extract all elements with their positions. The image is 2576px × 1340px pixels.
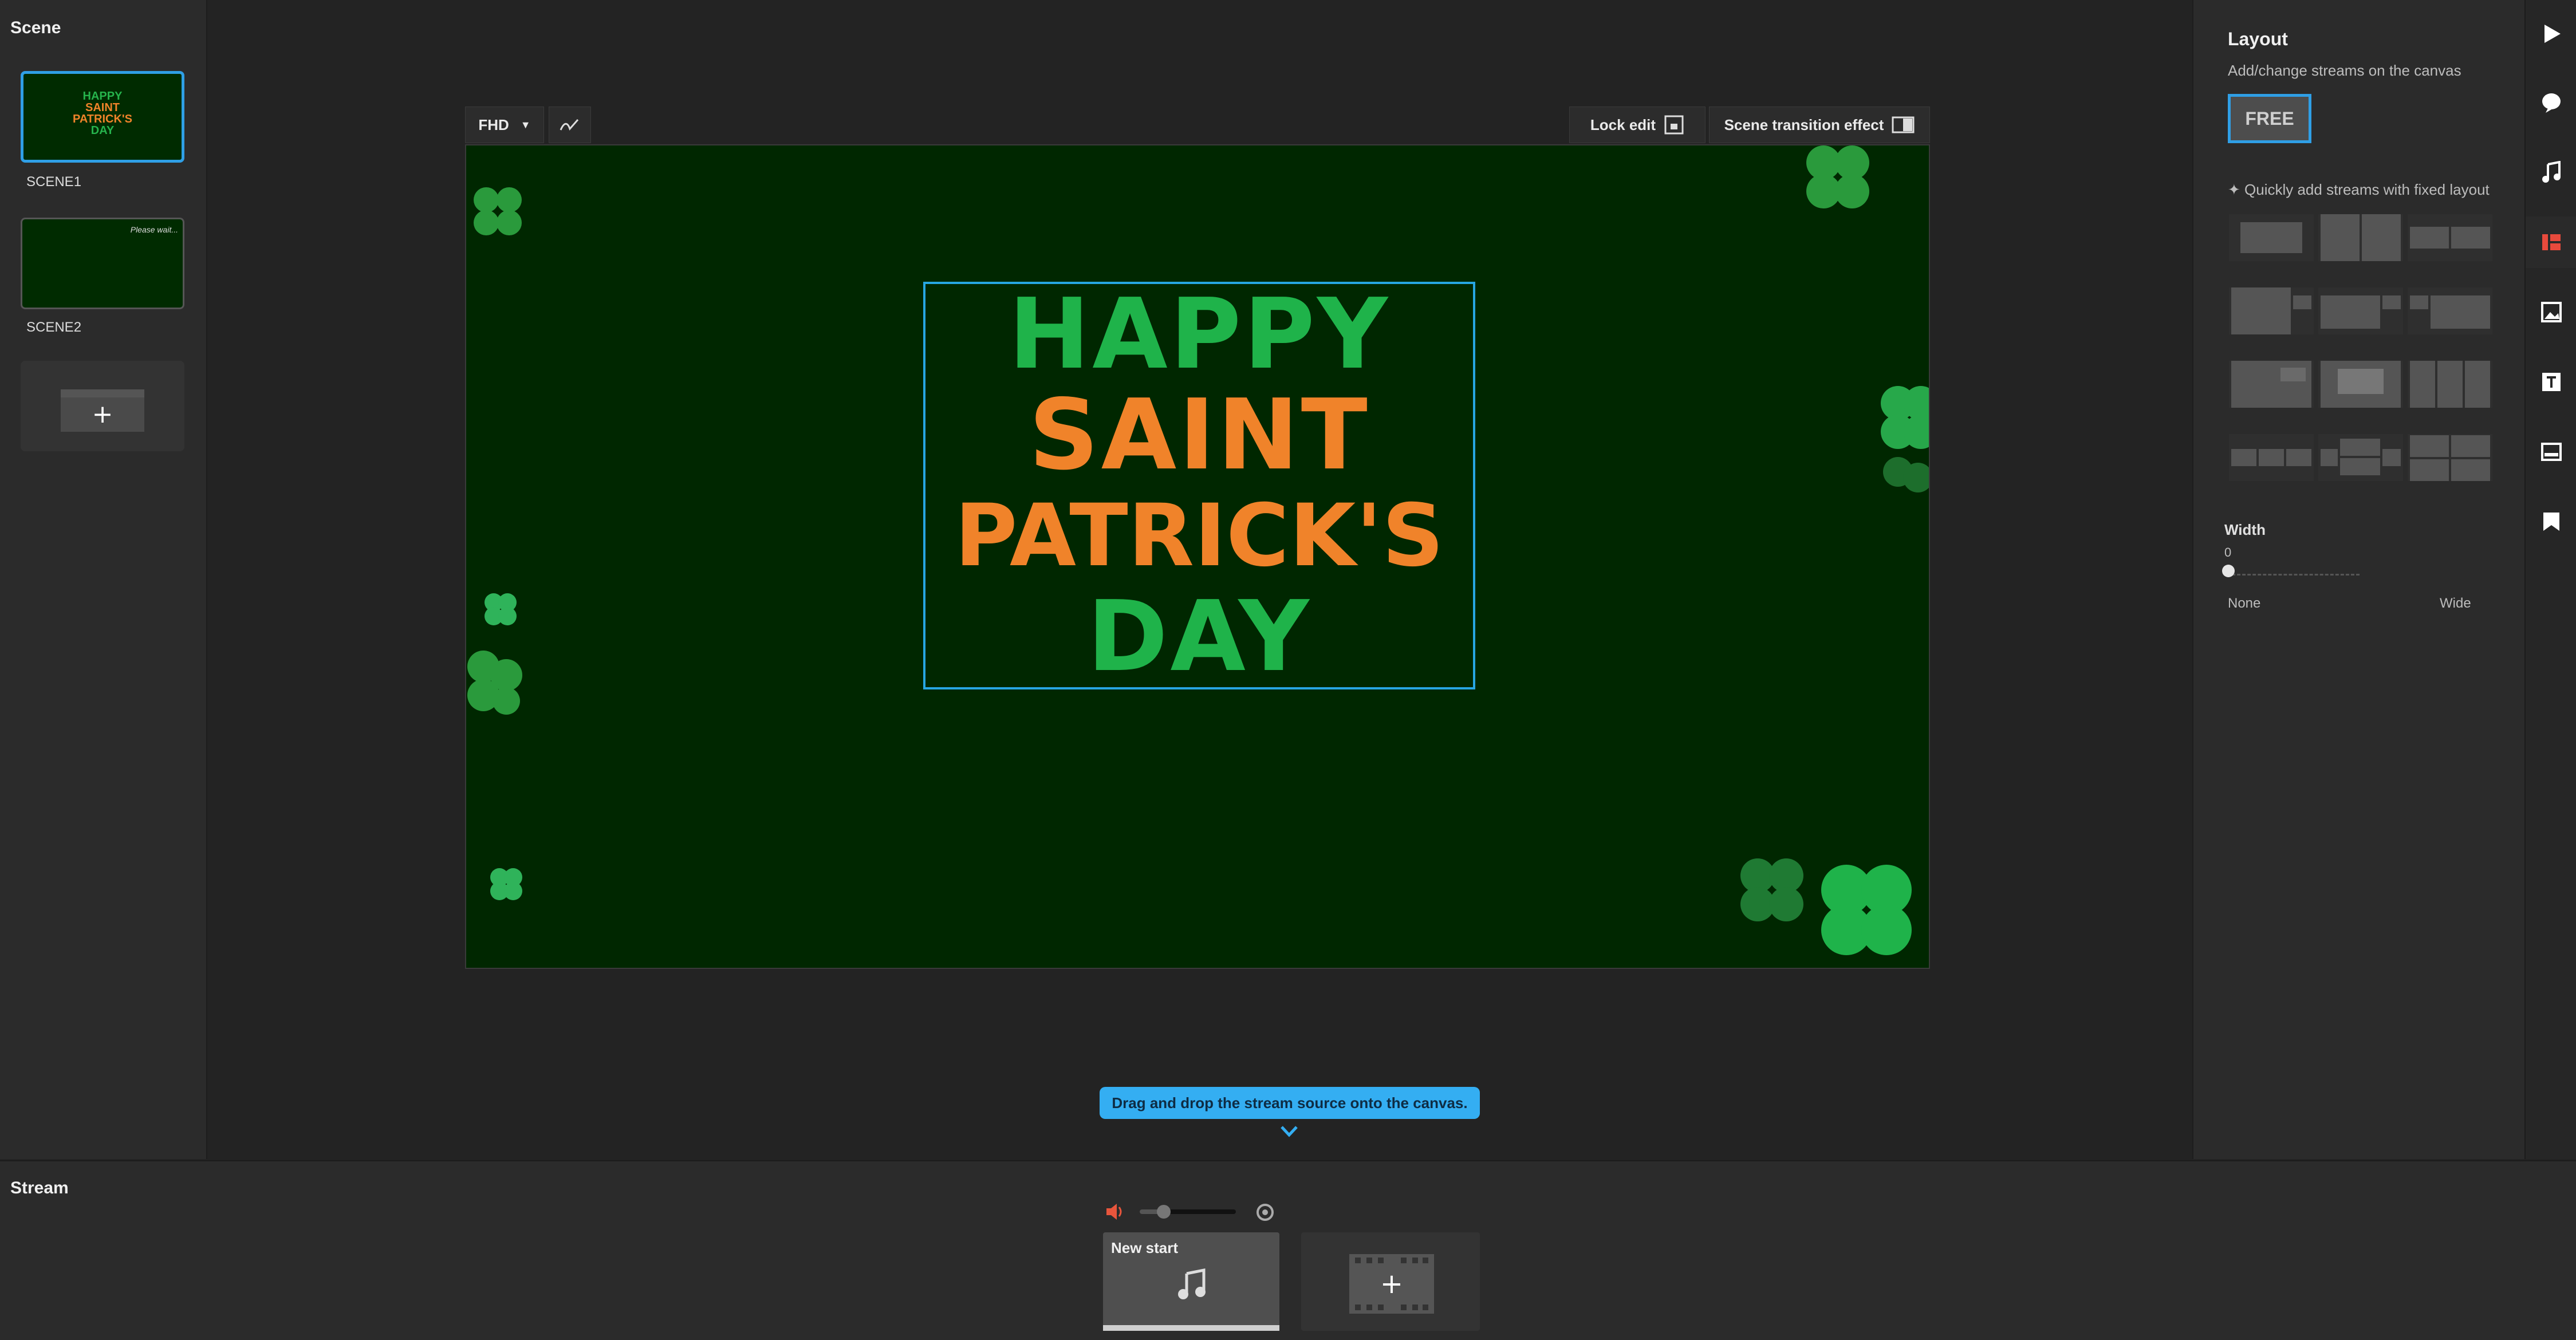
music-icon[interactable] bbox=[2526, 147, 2576, 198]
clover-decoration bbox=[1806, 145, 1869, 208]
layout-icon[interactable] bbox=[2526, 216, 2576, 268]
scene-thumb-1-line-1: HAPPY bbox=[82, 90, 123, 103]
free-layout-button[interactable]: FREE bbox=[2228, 94, 2311, 143]
lock-edit-label: Lock edit bbox=[1590, 116, 1656, 133]
clover-decoration bbox=[1881, 386, 1929, 492]
scene-transition-toggle[interactable]: Scene transition effect bbox=[1709, 107, 1930, 143]
resolution-value: FHD bbox=[478, 116, 509, 133]
layout-option-two-columns[interactable] bbox=[2318, 214, 2403, 261]
layout-panel: Layout Add/change streams on the canvas … bbox=[2192, 0, 2524, 1159]
layout-option-pip-left[interactable] bbox=[2408, 287, 2492, 334]
add-scene-button[interactable]: + bbox=[21, 361, 184, 451]
quick-layout-text: Quickly add streams with fixed layout bbox=[2244, 181, 2490, 198]
layout-option-overlay-top[interactable] bbox=[2229, 361, 2314, 408]
layout-option-pip-small[interactable] bbox=[2318, 287, 2403, 334]
add-video-icon: + bbox=[1349, 1254, 1434, 1314]
chat-icon[interactable] bbox=[2526, 77, 2576, 128]
volume-slider-handle[interactable] bbox=[1157, 1205, 1171, 1219]
volume-slider-track[interactable] bbox=[1140, 1209, 1236, 1214]
layout-option-pip-right[interactable] bbox=[2229, 287, 2314, 334]
draw-tool-button[interactable] bbox=[549, 107, 591, 143]
layout-option-overlay-center[interactable] bbox=[2318, 361, 2403, 408]
scene-panel: Scene HAPPY SAINT PATRICK'S DAY SCENE1 P… bbox=[0, 0, 207, 1159]
selected-stream-box[interactable]: HAPPY SAINT PATRICK'S DAY bbox=[923, 282, 1475, 689]
toggle-icon bbox=[1892, 116, 1915, 133]
stream-item-progress bbox=[1103, 1325, 1279, 1331]
scene-thumb-2[interactable]: Please wait... bbox=[21, 218, 184, 309]
add-scene-icon: + bbox=[61, 389, 144, 432]
layout-option-three-columns[interactable] bbox=[2408, 361, 2492, 408]
width-slider-handle[interactable] bbox=[2222, 565, 2235, 577]
clover-decoration bbox=[490, 868, 522, 900]
layout-subtitle: Add/change streams on the canvas bbox=[2228, 62, 2461, 79]
width-value: 0 bbox=[2224, 545, 2232, 559]
layout-option-three-row[interactable] bbox=[2229, 434, 2314, 481]
clover-decoration bbox=[485, 593, 517, 625]
clover-decoration bbox=[1821, 865, 1912, 955]
lock-icon bbox=[1664, 115, 1684, 135]
scene-transition-label: Scene transition effect bbox=[1724, 116, 1884, 133]
resolution-select[interactable]: FHD ▼ bbox=[465, 107, 544, 143]
settings-icon[interactable] bbox=[1255, 1203, 1275, 1222]
title-line-happy: HAPPY bbox=[1008, 278, 1391, 391]
scene-label-1: SCENE1 bbox=[26, 174, 82, 190]
scene-thumb-1-line-4: DAY bbox=[90, 124, 115, 137]
pin-icon: ✦ bbox=[2228, 181, 2245, 198]
add-stream-button[interactable]: + bbox=[1301, 1232, 1480, 1331]
svg-text:+: + bbox=[1380, 1268, 1403, 1300]
clover-decoration bbox=[467, 651, 522, 715]
width-label: Width bbox=[2224, 521, 2266, 538]
clover-decoration bbox=[474, 187, 522, 235]
quick-layout-label: ✦ Quickly add streams with fixed layout bbox=[2228, 181, 2490, 199]
tool-icon-bar bbox=[2524, 0, 2576, 1159]
stream-panel-title: Stream bbox=[10, 1179, 69, 1197]
width-min-label: None bbox=[2228, 596, 2261, 611]
layout-title: Layout bbox=[2228, 29, 2288, 49]
stream-panel: Stream New start + bbox=[0, 1160, 2576, 1340]
text-icon[interactable] bbox=[2526, 356, 2576, 408]
chevron-down-icon: ▼ bbox=[520, 119, 531, 131]
layout-option-grid[interactable] bbox=[2408, 434, 2492, 481]
width-max-label: Wide bbox=[2440, 596, 2471, 611]
scene-thumb-1-line-2: SAINT bbox=[85, 101, 120, 114]
volume-icon[interactable] bbox=[1104, 1201, 1127, 1222]
play-icon[interactable] bbox=[2526, 8, 2576, 60]
clover-decoration bbox=[1740, 858, 1803, 921]
scene-label-2: SCENE2 bbox=[26, 320, 82, 335]
layout-option-two-side[interactable] bbox=[2408, 214, 2492, 261]
music-note-icon bbox=[1178, 1268, 1206, 1299]
lock-edit-button[interactable]: Lock edit bbox=[1569, 107, 1705, 143]
chevron-down-icon[interactable] bbox=[1279, 1125, 1299, 1138]
title-line-patricks: PATRICK'S bbox=[954, 486, 1444, 586]
pen-icon bbox=[560, 119, 579, 131]
scene-thumb-2-text: Please wait... bbox=[130, 225, 178, 234]
stream-item-new-start[interactable]: New start bbox=[1103, 1232, 1279, 1331]
caption-icon[interactable] bbox=[2526, 426, 2576, 478]
image-icon[interactable] bbox=[2526, 286, 2576, 338]
stream-item-label: New start bbox=[1111, 1239, 1179, 1256]
scene-panel-title: Scene bbox=[10, 18, 61, 37]
layout-option-single[interactable] bbox=[2229, 214, 2314, 261]
drag-drop-hint: Drag and drop the stream source onto the… bbox=[1100, 1087, 1480, 1119]
width-slider-track[interactable] bbox=[2227, 569, 2360, 576]
scene-thumb-1[interactable]: HAPPY SAINT PATRICK'S DAY bbox=[21, 71, 184, 163]
bookmark-icon[interactable] bbox=[2526, 496, 2576, 547]
layout-option-mosaic[interactable] bbox=[2318, 434, 2403, 481]
svg-text:+: + bbox=[92, 400, 113, 429]
free-layout-label: FREE bbox=[2245, 108, 2294, 129]
scene-thumb-1-line-3: PATRICK'S bbox=[72, 113, 132, 125]
title-line-day: DAY bbox=[1087, 580, 1311, 693]
title-line-saint: SAINT bbox=[1029, 379, 1370, 492]
